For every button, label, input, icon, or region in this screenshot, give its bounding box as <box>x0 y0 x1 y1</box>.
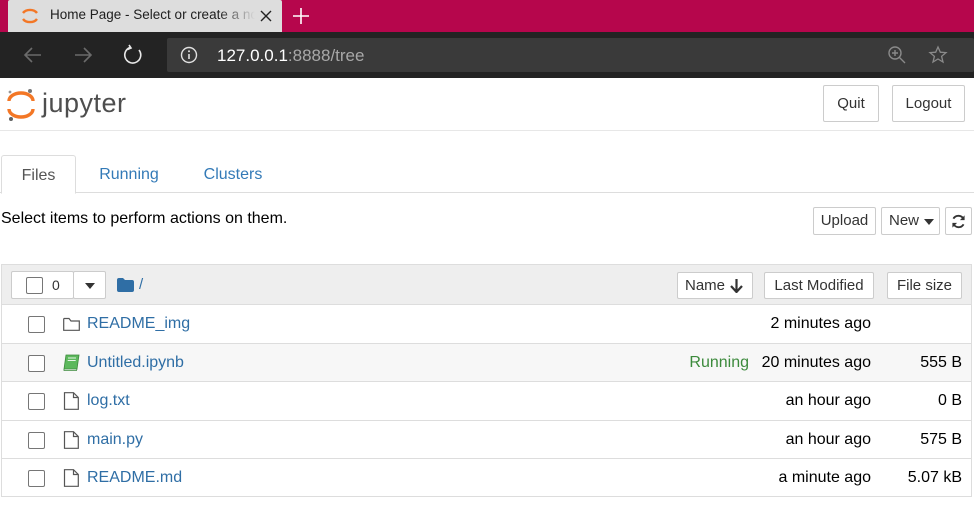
item-modified: an hour ago <box>785 430 871 448</box>
arrow-down-icon <box>730 279 743 293</box>
jupyter-logo[interactable]: jupyter <box>6 86 146 124</box>
running-indicator: Running <box>689 353 749 371</box>
upload-button[interactable]: Upload <box>813 207 876 235</box>
select-all-checkbox[interactable] <box>26 277 43 294</box>
selection-hint: Select items to perform actions on them. <box>1 210 288 227</box>
item-modified: 2 minutes ago <box>770 315 871 332</box>
url-path: :8888/tree <box>287 46 365 65</box>
item-name-link[interactable]: README.md <box>87 469 182 487</box>
tab-files[interactable]: Files <box>1 155 76 194</box>
refresh-icon <box>952 214 965 229</box>
list-item[interactable]: README_img 2 minutes ago <box>2 305 971 344</box>
item-name-link[interactable]: main.py <box>87 431 143 449</box>
sort-name-label: Name <box>685 277 726 294</box>
jupyter-favicon-icon <box>22 8 38 24</box>
quit-button[interactable]: Quit <box>823 85 879 122</box>
back-arrow-icon[interactable] <box>22 44 44 66</box>
select-all-control[interactable]: 0 <box>11 271 74 299</box>
item-size: 575 B <box>920 430 962 448</box>
item-size: 555 B <box>920 353 962 371</box>
jupyter-logo-text: jupyter <box>42 88 127 118</box>
browser-tab[interactable]: Home Page - Select or create a notebook <box>8 0 282 32</box>
item-modified: a minute ago <box>778 469 871 486</box>
new-dropdown-button[interactable]: New <box>881 207 940 235</box>
caret-down-icon <box>924 219 934 225</box>
page-header: jupyter Quit Logout <box>0 78 974 131</box>
tab-clusters[interactable]: Clusters <box>191 155 275 193</box>
folder-breadcrumb-icon[interactable] <box>117 278 134 292</box>
refresh-list-button[interactable] <box>945 207 972 235</box>
new-tab-icon[interactable] <box>290 5 312 27</box>
browser-tab-bar: Home Page - Select or create a notebook <box>0 0 974 32</box>
row-checkbox[interactable] <box>28 470 45 487</box>
file-icon <box>63 469 79 487</box>
jupyter-page: jupyter Quit Logout Files Running Cluste… <box>0 78 974 513</box>
file-list: 0 / Name Last Modified File size README_… <box>1 264 972 497</box>
row-checkbox[interactable] <box>28 354 45 372</box>
item-modified: an hour ago <box>785 392 871 409</box>
forward-arrow-icon[interactable] <box>72 44 94 66</box>
folder-icon <box>63 317 80 331</box>
item-modified: 20 minutes ago <box>761 353 871 371</box>
row-checkbox[interactable] <box>28 316 45 333</box>
item-name-link[interactable]: README_img <box>87 315 190 333</box>
list-item[interactable]: README.md a minute ago 5.07 kB <box>2 459 971 498</box>
close-tab-icon[interactable] <box>258 8 274 24</box>
notebook-icon <box>63 354 80 371</box>
item-name-link[interactable]: log.txt <box>87 392 130 410</box>
sort-file-size-button[interactable]: File size <box>887 272 962 299</box>
zoom-icon[interactable] <box>887 45 907 65</box>
breadcrumb-root[interactable]: / <box>139 276 143 293</box>
tab-running[interactable]: Running <box>87 155 171 193</box>
file-icon <box>63 430 79 449</box>
file-list-header: 0 / Name Last Modified File size <box>2 265 971 305</box>
row-checkbox[interactable] <box>28 431 45 449</box>
item-size: 5.07 kB <box>907 469 962 486</box>
browser-nav-bar: 127.0.0.1:8888/tree <box>0 32 974 78</box>
sort-last-modified-button[interactable]: Last Modified <box>764 272 874 299</box>
jupyter-logo-icon <box>7 89 35 121</box>
item-name-link[interactable]: Untitled.ipynb <box>87 354 184 372</box>
list-item[interactable]: log.txt an hour ago 0 B <box>2 382 971 421</box>
list-item[interactable]: Untitled.ipynb Running 20 minutes ago 55… <box>2 343 971 382</box>
selected-count: 0 <box>52 277 60 293</box>
url-text: 127.0.0.1:8888/tree <box>217 46 364 66</box>
address-bar[interactable]: 127.0.0.1:8888/tree <box>167 38 974 72</box>
list-item[interactable]: main.py an hour ago 575 B <box>2 421 971 459</box>
item-size: 0 B <box>937 392 962 409</box>
row-checkbox[interactable] <box>28 393 45 410</box>
site-info-icon[interactable] <box>180 46 198 64</box>
logout-button[interactable]: Logout <box>892 85 965 122</box>
new-button-label: New <box>889 212 920 229</box>
favorite-star-icon[interactable] <box>928 45 948 65</box>
select-dropdown-button[interactable] <box>73 271 106 299</box>
file-icon <box>63 392 79 410</box>
caret-down-icon <box>85 283 95 289</box>
refresh-icon[interactable] <box>122 44 144 66</box>
sort-name-button[interactable]: Name <box>677 272 753 299</box>
page-tabs: Files Running Clusters <box>0 155 974 194</box>
browser-tab-title: Home Page - Select or create a notebook <box>50 7 255 22</box>
url-host: 127.0.0.1 <box>217 46 288 65</box>
